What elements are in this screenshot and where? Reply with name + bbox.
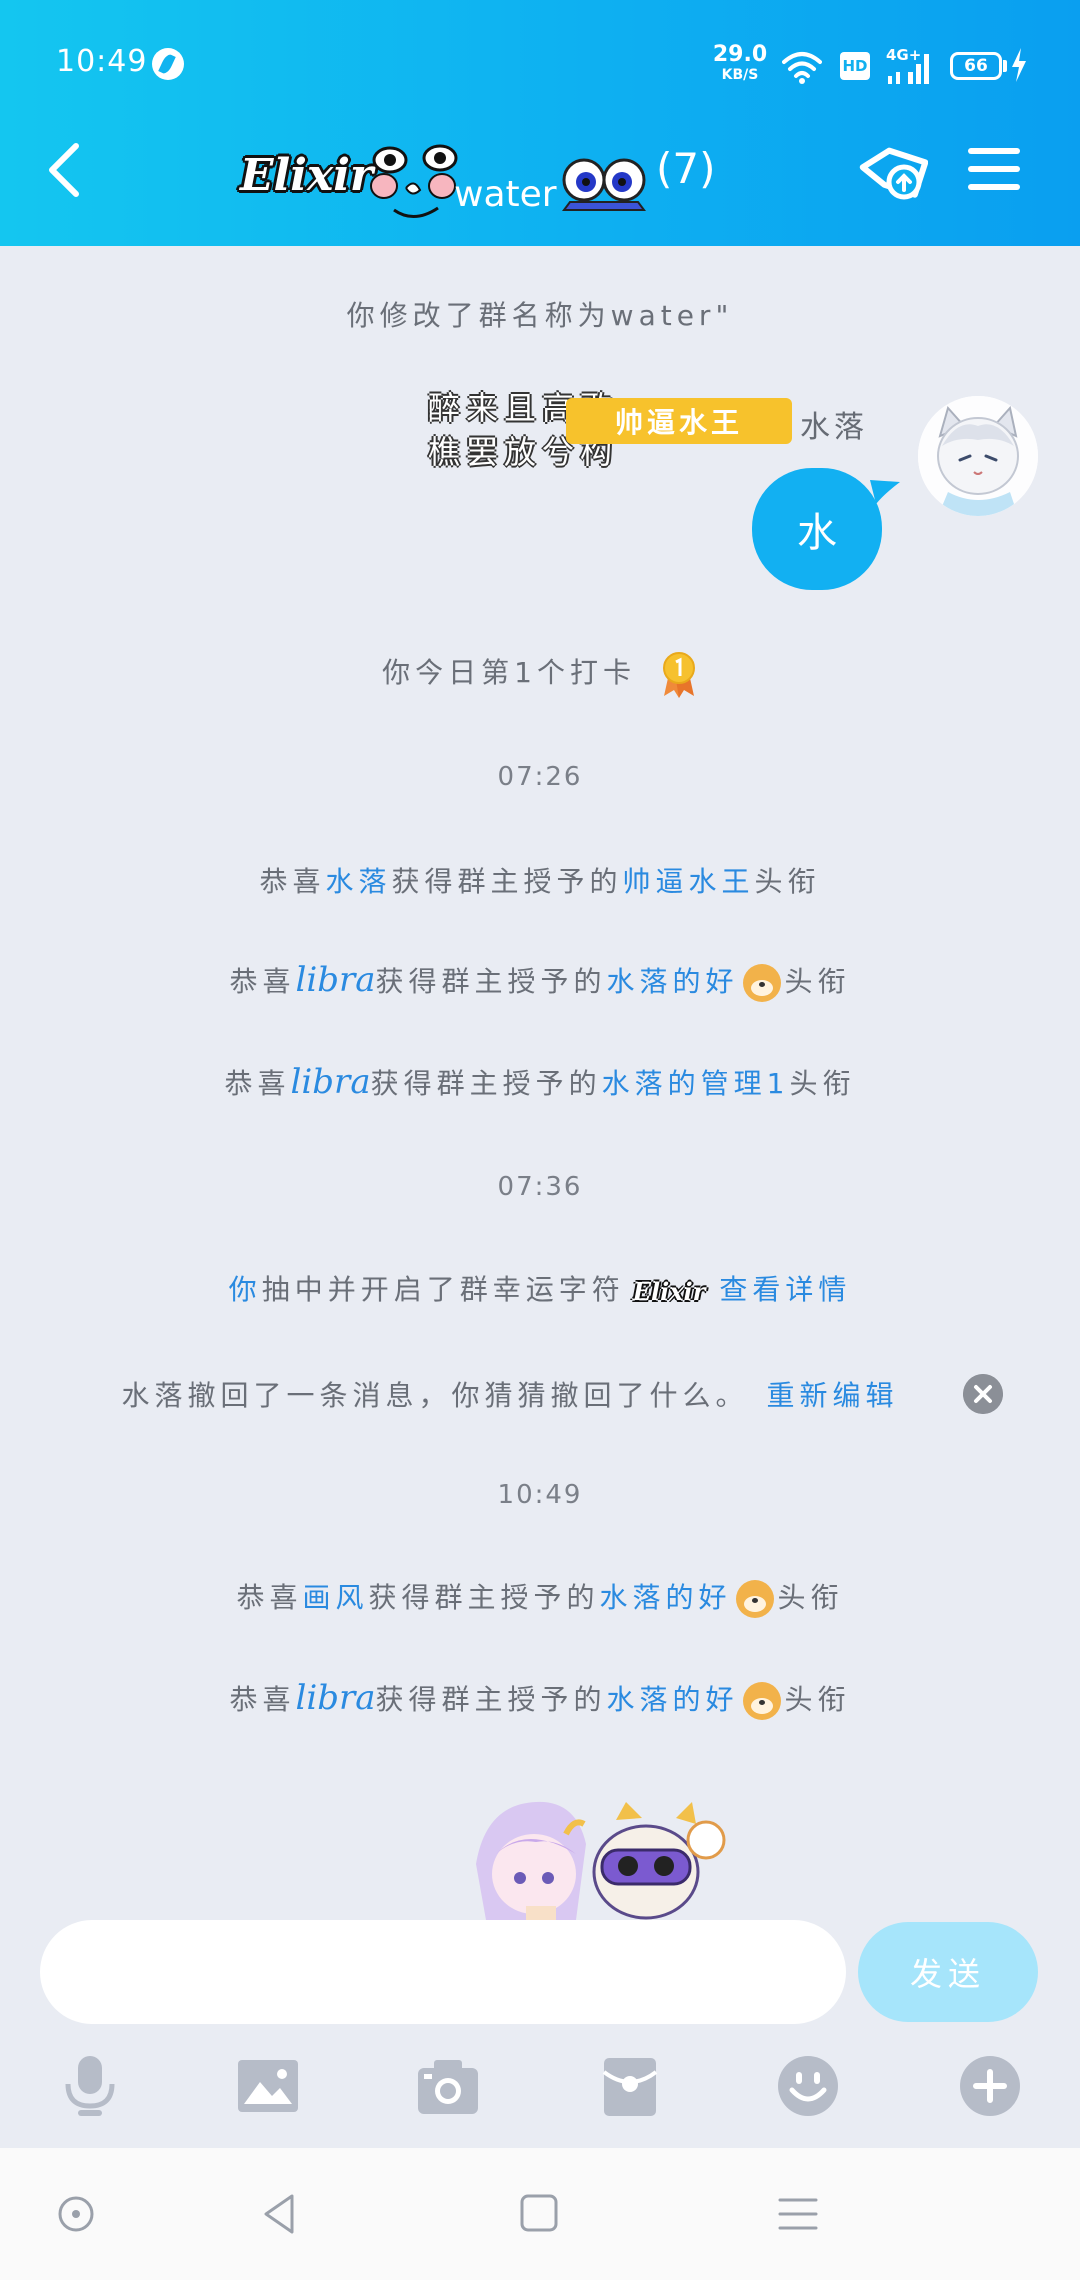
title-word: water [454,174,557,215]
checkin-text: 你今日第1个打卡 [382,656,636,689]
grant-suffix: 头衔 [784,1683,851,1716]
medal-icon [662,652,695,698]
grant-middle: 获得群主授予的 [391,865,623,898]
group-title[interactable]: Elixir water (7) [240,132,740,228]
chat-header: 10:49 29.0 KB/S HD 4G+ 66 Elixir water (… [0,0,1080,246]
grant-prefix: 恭喜 [229,965,296,998]
menu-icon[interactable] [966,144,1022,194]
plus-icon[interactable] [958,2054,1022,2118]
rename-notice: 你修改了群名称为water" [346,299,734,332]
grant-notice: 恭喜libra获得群主授予的水落的好 头衔 [0,1678,1080,1720]
battery-tip [1003,60,1007,72]
grant-user-name[interactable]: libra [295,960,375,1000]
grant-suffix: 头衔 [777,1581,844,1614]
checkin-notice: 你今日第1个打卡 [0,650,1080,698]
grant-title[interactable]: 水落的好 [607,965,739,998]
image-icon[interactable] [236,2054,300,2118]
grant-user-name[interactable]: 水落 [325,865,391,898]
app-notification-icon [152,48,184,80]
recents-nav-icon[interactable] [768,2184,828,2244]
status-time: 10:49 [56,44,148,79]
grant-title[interactable]: 水落的好 [600,1581,732,1614]
grant-suffix: 头衔 [784,965,851,998]
grant-prefix: 恭喜 [229,1683,296,1716]
lucky-text: 抽中并开启了群幸运字符 [261,1273,625,1306]
grant-prefix: 恭喜 [224,1067,291,1100]
title-brand: Elixir [240,150,374,201]
wifi-icon [782,52,822,84]
microphone-icon[interactable] [58,2054,122,2118]
grant-middle: 获得群主授予的 [375,1683,607,1716]
dog-emoji-icon [742,1682,781,1720]
grant-user-name[interactable]: libra [291,1062,371,1102]
dog-emoji-icon [742,964,781,1002]
grant-suffix: 头衔 [754,865,821,898]
grant-notice: 恭喜libra获得群主授予的水落的管理1头衔 [0,1062,1080,1102]
grant-middle: 获得群主授予的 [375,965,607,998]
re-edit-link[interactable]: 重新编辑 [767,1379,899,1412]
grant-notice: 恭喜libra获得群主授予的水落的好 头衔 [0,960,1080,1002]
grant-middle: 获得群主授予的 [370,1067,602,1100]
battery-icon: 66 [950,52,1002,80]
assistant-nav-icon[interactable] [46,2184,106,2244]
home-nav-icon[interactable] [510,2184,570,2244]
view-details-link[interactable]: 查看详情 [719,1273,851,1306]
bubble-tail [870,480,900,504]
grant-title[interactable]: 水落的好 [607,1683,739,1716]
hd-icon: HD [840,52,870,80]
avatar[interactable] [918,396,1038,516]
member-count: (7) [656,144,716,193]
grant-notice: 恭喜水落获得群主授予的帅逼水王头衔 [0,860,1080,900]
lucky-you: 你 [228,1273,262,1306]
grant-title[interactable]: 帅逼水王 [623,865,755,898]
back-button[interactable] [40,138,88,202]
network-speed-unit: KB/S [721,67,759,83]
network-speed-value: 29.0 [712,42,768,67]
grant-middle: 获得群主授予的 [368,1581,600,1614]
message-input[interactable] [40,1920,846,2024]
chat-message: 醉来且高歌 樵罢放兮构 帅逼水王 水落 水 [0,380,1080,600]
timestamp: 07:36 [497,1172,583,1202]
lucky-char: Elixir [632,1276,706,1306]
retract-text: 水落撤回了一条消息，你猜猜撤回了什么。 [121,1379,749,1412]
member-title-badge: 帅逼水王 [566,398,792,444]
grant-prefix: 恭喜 [259,865,326,898]
back-nav-icon[interactable] [250,2184,310,2244]
charging-icon [1012,48,1026,82]
grant-suffix: 头衔 [789,1067,856,1100]
timestamp: 07:26 [497,762,583,792]
system-nav-bar [0,2148,1080,2280]
emoji-icon[interactable] [776,2054,840,2118]
retract-notice: 水落撤回了一条消息，你猜猜撤回了什么。 重新编辑 [0,1374,1050,1414]
sender-name[interactable]: 水落 [800,402,868,446]
timestamp: 10:49 [497,1480,583,1510]
lucky-char-notice: 你抽中并开启了群幸运字符 Elixir 查看详情 [0,1268,1080,1308]
group-link-icon[interactable] [852,140,928,208]
message-bubble[interactable]: 水 [752,468,882,590]
network-speed: 29.0 KB/S [712,42,768,83]
red-packet-icon[interactable] [598,2054,662,2118]
close-icon[interactable] [963,1374,1003,1414]
grant-title[interactable]: 水落的管理1 [602,1067,790,1100]
grant-notice: 恭喜画风获得群主授予的水落的好 头衔 [0,1576,1080,1618]
dog-emoji-icon [735,1580,774,1618]
camera-icon[interactable] [416,2054,480,2118]
grant-user-name[interactable]: 画风 [302,1581,368,1614]
sticker-image [476,1801,726,1920]
network-type: 4G+ [886,46,922,64]
send-button[interactable]: 发送 [858,1922,1038,2022]
status-bar: 10:49 29.0 KB/S HD 4G+ 66 [0,0,1080,130]
grant-user-name[interactable]: libra [295,1678,375,1718]
grant-prefix: 恭喜 [236,1581,303,1614]
input-area: 发送 [0,1920,1080,2150]
eyes-emoji-icon [562,158,646,211]
